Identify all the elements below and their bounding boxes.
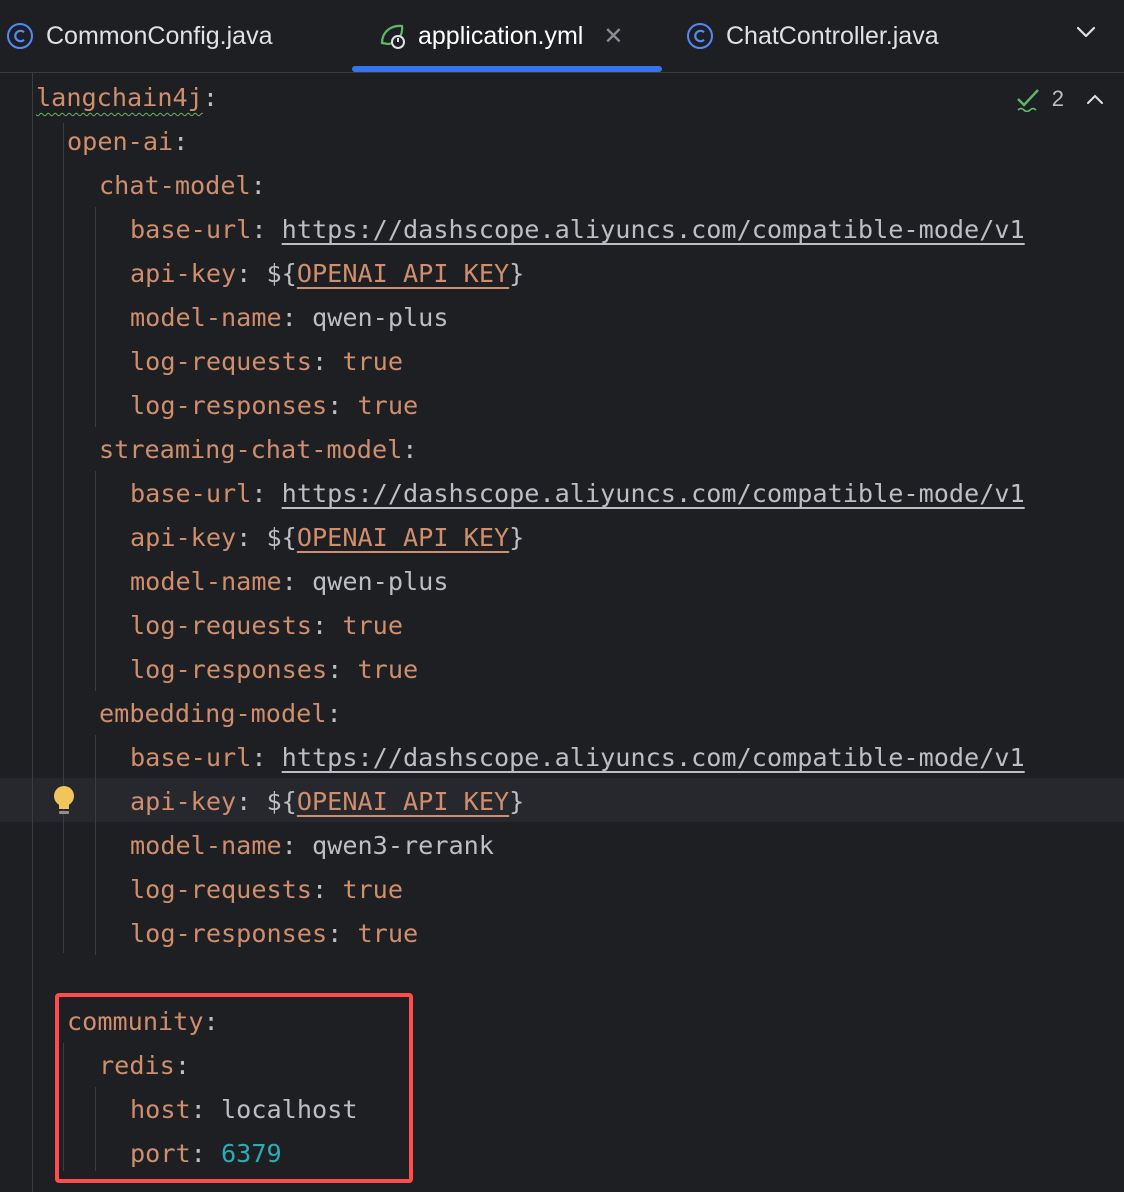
- active-tab-indicator: [352, 66, 662, 72]
- yaml-value: qwen3-rerank: [312, 831, 494, 860]
- placeholder-open: ${: [266, 259, 297, 288]
- indent-guide: [32, 73, 33, 1192]
- tab-application-yml[interactable]: application.yml ✕: [378, 0, 623, 72]
- yaml-key: log-responses: [130, 655, 328, 684]
- yaml-key: log-responses: [130, 919, 328, 948]
- yaml-key: log-requests: [130, 611, 312, 640]
- indent-guide: [63, 123, 64, 953]
- inspection-count: 2: [1051, 86, 1064, 111]
- placeholder-close: }: [509, 523, 525, 552]
- yaml-key: api-key: [130, 523, 237, 552]
- java-class-icon: [7, 23, 33, 49]
- yaml-key: base-url: [130, 215, 252, 244]
- yaml-value: true: [357, 391, 419, 420]
- code-line[interactable]: model-name: qwen-plus: [130, 560, 448, 604]
- env-variable[interactable]: OPENAI_API_KEY: [297, 523, 509, 552]
- spring-yaml-icon: [380, 24, 405, 49]
- code-line[interactable]: open-ai:: [67, 120, 188, 164]
- code-line[interactable]: base-url: https://dashscope.aliyuncs.com…: [130, 472, 1025, 516]
- code-line[interactable]: model-name: qwen3-rerank: [130, 824, 494, 868]
- yaml-value: true: [342, 875, 403, 904]
- yaml-key: embedding-model: [99, 699, 327, 728]
- code-line[interactable]: chat-model:: [99, 164, 266, 208]
- yaml-key: streaming-chat-model: [99, 435, 403, 464]
- env-variable[interactable]: OPENAI_API_KEY: [297, 259, 509, 288]
- code-line[interactable]: streaming-chat-model:: [99, 428, 417, 472]
- code-editor[interactable]: 2 langchain4j: open-ai: chat-model: base…: [0, 73, 1124, 1192]
- code-line[interactable]: model-name: qwen-plus: [130, 296, 448, 340]
- code-line[interactable]: api-key: ${OPENAI_API_KEY}: [130, 516, 524, 560]
- yaml-value: qwen-plus: [312, 567, 449, 596]
- tab-commonconfig[interactable]: CommonConfig.java: [6, 0, 273, 72]
- code-line[interactable]: log-responses: true: [130, 384, 418, 428]
- yaml-key: base-url: [130, 479, 252, 508]
- yaml-key: api-key: [130, 787, 237, 816]
- code-line[interactable]: log-responses: true: [130, 648, 418, 692]
- code-line[interactable]: embedding-model:: [99, 692, 342, 736]
- yaml-key: log-responses: [130, 391, 328, 420]
- url-value[interactable]: https://dashscope.aliyuncs.com/compatibl…: [282, 743, 1025, 772]
- yaml-key: open-ai: [67, 127, 174, 156]
- placeholder-close: }: [509, 259, 525, 288]
- yaml-key: model-name: [130, 831, 282, 860]
- yaml-key: model-name: [130, 303, 282, 332]
- lightbulb-icon[interactable]: [50, 784, 78, 818]
- highlight-box: [55, 993, 413, 1183]
- yaml-value: true: [357, 919, 419, 948]
- tab-label: CommonConfig.java: [46, 21, 273, 50]
- code-line[interactable]: log-responses: true: [130, 912, 418, 956]
- yaml-value: true: [357, 655, 419, 684]
- placeholder-close: }: [509, 787, 525, 816]
- inspection-widget[interactable]: 2: [1016, 86, 1106, 112]
- code-line[interactable]: log-requests: true: [130, 340, 403, 384]
- yaml-key: chat-model: [99, 171, 251, 200]
- yaml-key: base-url: [130, 743, 252, 772]
- yaml-key: api-key: [130, 259, 237, 288]
- code-line[interactable]: base-url: https://dashscope.aliyuncs.com…: [130, 208, 1025, 252]
- chevron-down-icon[interactable]: [1074, 20, 1098, 44]
- chevron-up-icon[interactable]: [1084, 88, 1106, 110]
- indent-guide: [95, 735, 96, 955]
- double-check-icon: [1016, 89, 1039, 112]
- code-line[interactable]: api-key: ${OPENAI_API_KEY}: [130, 252, 524, 296]
- env-variable[interactable]: OPENAI_API_KEY: [297, 787, 509, 816]
- yaml-value: qwen-plus: [312, 303, 449, 332]
- placeholder-open: ${: [266, 523, 297, 552]
- code-line[interactable]: api-key: ${OPENAI_API_KEY}: [130, 780, 524, 824]
- yaml-value: true: [342, 347, 403, 376]
- url-value[interactable]: https://dashscope.aliyuncs.com/compatibl…: [282, 215, 1025, 244]
- code-line[interactable]: langchain4j:: [36, 76, 218, 120]
- tab-label: application.yml: [418, 21, 584, 50]
- editor-tab-bar: CommonConfig.java application.yml ✕ Chat…: [0, 0, 1124, 73]
- yaml-key: model-name: [130, 567, 282, 596]
- tab-label: ChatController.java: [726, 21, 939, 50]
- java-class-icon: [687, 23, 713, 49]
- tab-chatcontroller[interactable]: ChatController.java: [686, 0, 939, 72]
- yaml-key: langchain4j: [36, 83, 203, 112]
- indent-guide: [95, 471, 96, 691]
- indent-guide: [95, 207, 96, 427]
- url-value[interactable]: https://dashscope.aliyuncs.com/compatibl…: [282, 479, 1025, 508]
- code-line[interactable]: log-requests: true: [130, 868, 403, 912]
- code-line[interactable]: base-url: https://dashscope.aliyuncs.com…: [130, 736, 1025, 780]
- yaml-value: true: [342, 611, 403, 640]
- placeholder-open: ${: [266, 787, 297, 816]
- yaml-key: log-requests: [130, 875, 312, 904]
- code-line[interactable]: log-requests: true: [130, 604, 403, 648]
- close-icon[interactable]: ✕: [603, 22, 623, 51]
- yaml-key: log-requests: [130, 347, 312, 376]
